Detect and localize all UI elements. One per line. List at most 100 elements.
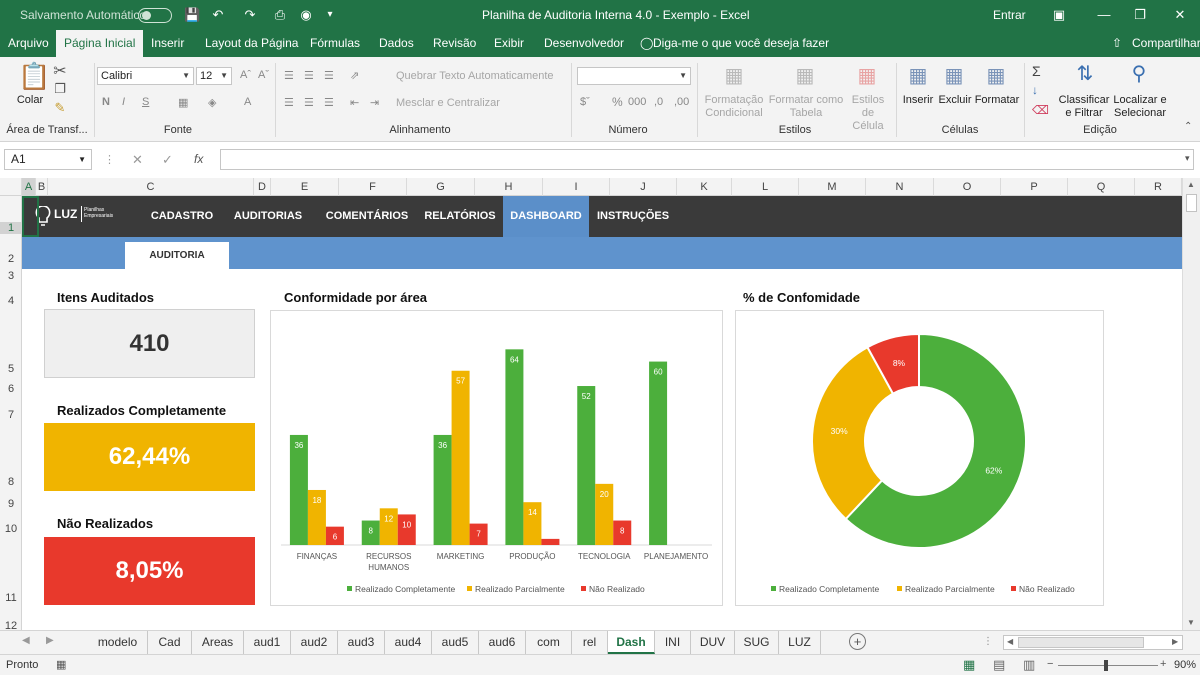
font-name-select[interactable]: Calibri ▼ [97, 67, 194, 85]
column-header-a[interactable]: A [22, 178, 36, 196]
hscroll-thumb[interactable] [1018, 637, 1144, 648]
column-header-k[interactable]: K [677, 178, 732, 196]
row-header-6[interactable]: 6 [0, 383, 22, 395]
row-header-5[interactable]: 5 [0, 363, 22, 375]
row-header-4[interactable]: 4 [0, 295, 22, 307]
column-header-o[interactable]: O [934, 178, 1001, 196]
redo-icon[interactable]: ↷ [242, 7, 258, 23]
sheet-tab-modelo[interactable]: modelo [88, 631, 148, 654]
nav-comentarios[interactable]: COMENTÁRIOS [317, 196, 417, 237]
save-icon[interactable]: 💾 [184, 7, 200, 23]
zoom-in-icon[interactable]: + [1160, 658, 1166, 670]
font-size-select[interactable]: 12 ▼ [196, 67, 232, 85]
tell-me-box[interactable]: Diga-me o que você deseja fazer [645, 30, 837, 57]
tab-dados[interactable]: Dados [371, 30, 422, 57]
column-header-q[interactable]: Q [1068, 178, 1135, 196]
thousands-icon[interactable]: 000 [628, 96, 646, 108]
number-format-select[interactable]: ▼ [577, 67, 691, 85]
sheet-tab-aud3[interactable]: aud3 [338, 631, 385, 654]
expand-formula-icon[interactable]: ▾ [1185, 153, 1190, 164]
autosum-icon[interactable]: Σ [1032, 63, 1041, 79]
align-left-icon[interactable]: ☰ [284, 96, 294, 109]
subtab-auditoria[interactable]: AUDITORIA [125, 242, 229, 269]
page-break-view-icon[interactable]: ▥ [1023, 657, 1035, 673]
format-painter-icon[interactable]: ✎ [52, 100, 68, 116]
sort-filter-button[interactable]: Classificar e Filtrar [1058, 94, 1110, 120]
tab-layout[interactable]: Layout da Página [197, 30, 306, 57]
align-top-icon[interactable]: ☰ [284, 69, 294, 82]
confirm-entry-icon[interactable]: ✓ [162, 152, 173, 168]
sheet-tab-dash[interactable]: Dash [608, 631, 655, 654]
camera-icon[interactable]: ◉ [298, 7, 314, 23]
ribbon-display-icon[interactable]: ▣ [1051, 7, 1067, 23]
sheet-tab-rel[interactable]: rel [572, 631, 608, 654]
column-header-n[interactable]: N [866, 178, 934, 196]
sheet-tab-ini[interactable]: INI [655, 631, 691, 654]
cell-styles-icon[interactable]: ▦ [855, 63, 879, 88]
tab-split-icon[interactable]: ⋮ [983, 636, 993, 647]
sheet-grid[interactable]: LUZ Planilhas Empresariais CADASTRO AUDIT… [22, 196, 1182, 630]
font-color-icon[interactable]: A [244, 96, 251, 108]
zoom-out-icon[interactable]: − [1047, 658, 1053, 670]
row-header-9[interactable]: 9 [0, 498, 22, 510]
sheet-tab-luz[interactable]: LUZ [779, 631, 821, 654]
delete-cells-icon[interactable]: ▦ [942, 63, 966, 88]
find-select-icon[interactable]: ⚲ [1126, 61, 1152, 86]
tab-inserir[interactable]: Inserir [143, 30, 192, 57]
new-sheet-icon[interactable]: + [849, 633, 866, 650]
next-sheet-icon[interactable]: ▶ [46, 635, 54, 646]
horizontal-scrollbar[interactable]: ◀ ▶ [1003, 635, 1183, 650]
formula-input[interactable] [220, 149, 1194, 170]
row-header-1[interactable]: 1 [0, 222, 22, 234]
normal-view-icon[interactable]: ▦ [963, 657, 975, 673]
format-cells-icon[interactable]: ▦ [984, 63, 1008, 88]
conditional-format-button[interactable]: Formatação Condicional [702, 94, 766, 120]
increase-indent-icon[interactable]: ⇥ [370, 96, 379, 109]
autosave-toggle[interactable] [138, 8, 172, 23]
cut-icon[interactable]: ✂ [52, 61, 68, 81]
share-button[interactable]: Compartilhar [1124, 30, 1200, 57]
fill-color-icon[interactable]: ◈ [208, 96, 216, 109]
column-header-d[interactable]: D [254, 178, 271, 196]
bar-3-2[interactable] [541, 538, 560, 545]
bar-2-0[interactable] [433, 434, 452, 545]
clear-icon[interactable]: ⌫ [1032, 103, 1049, 117]
sheet-tab-cad[interactable]: Cad [148, 631, 192, 654]
column-header-g[interactable]: G [407, 178, 475, 196]
column-header-i[interactable]: I [543, 178, 610, 196]
increase-decimal-icon[interactable]: ,0 [654, 96, 663, 108]
row-header-2[interactable]: 2 [0, 253, 22, 265]
find-select-button[interactable]: Localizar e Selecionar [1112, 94, 1168, 120]
sheet-tab-aud5[interactable]: aud5 [432, 631, 479, 654]
merge-center-button[interactable]: Mesclar e Centralizar [396, 97, 500, 110]
insert-function-icon[interactable]: fx [194, 152, 203, 166]
column-header-p[interactable]: P [1001, 178, 1068, 196]
sheet-tab-sug[interactable]: SUG [735, 631, 779, 654]
shrink-font-icon[interactable]: Aˇ [258, 69, 269, 81]
tab-arquivo[interactable]: Arquivo [0, 30, 57, 57]
decrease-decimal-icon[interactable]: ,00 [674, 96, 689, 108]
cell-styles-button[interactable]: Estilos de Célula [846, 94, 890, 133]
row-header-8[interactable]: 8 [0, 476, 22, 488]
macro-record-icon[interactable]: ▦ [56, 658, 66, 671]
nav-auditorias[interactable]: AUDITORIAS [226, 196, 310, 237]
tab-pagina-inicial[interactable]: Página Inicial [56, 30, 144, 57]
column-header-l[interactable]: L [732, 178, 799, 196]
scroll-up-icon[interactable]: ▲ [1187, 180, 1195, 189]
column-header-f[interactable]: F [339, 178, 407, 196]
tab-formulas[interactable]: Fórmulas [302, 30, 368, 57]
scroll-down-icon[interactable]: ▼ [1187, 618, 1195, 627]
drag-handle-icon[interactable]: ⋮ [104, 153, 115, 166]
sort-filter-icon[interactable]: ⇅ [1072, 61, 1098, 86]
nav-cadastro[interactable]: CADASTRO [142, 196, 222, 237]
grow-font-icon[interactable]: Aˆ [240, 69, 251, 81]
sheet-tab-duv[interactable]: DUV [691, 631, 735, 654]
italic-icon[interactable]: I [122, 96, 125, 108]
copy-icon[interactable]: ❐ [52, 81, 68, 97]
delete-cells-button[interactable]: Excluir [938, 94, 972, 107]
sheet-tab-aud6[interactable]: aud6 [479, 631, 526, 654]
bar-0-0[interactable] [289, 434, 308, 545]
fill-icon[interactable]: ↓ [1032, 83, 1038, 97]
nav-dashboard[interactable]: DASHBOARD [503, 196, 589, 237]
sheet-tab-aud1[interactable]: aud1 [244, 631, 291, 654]
